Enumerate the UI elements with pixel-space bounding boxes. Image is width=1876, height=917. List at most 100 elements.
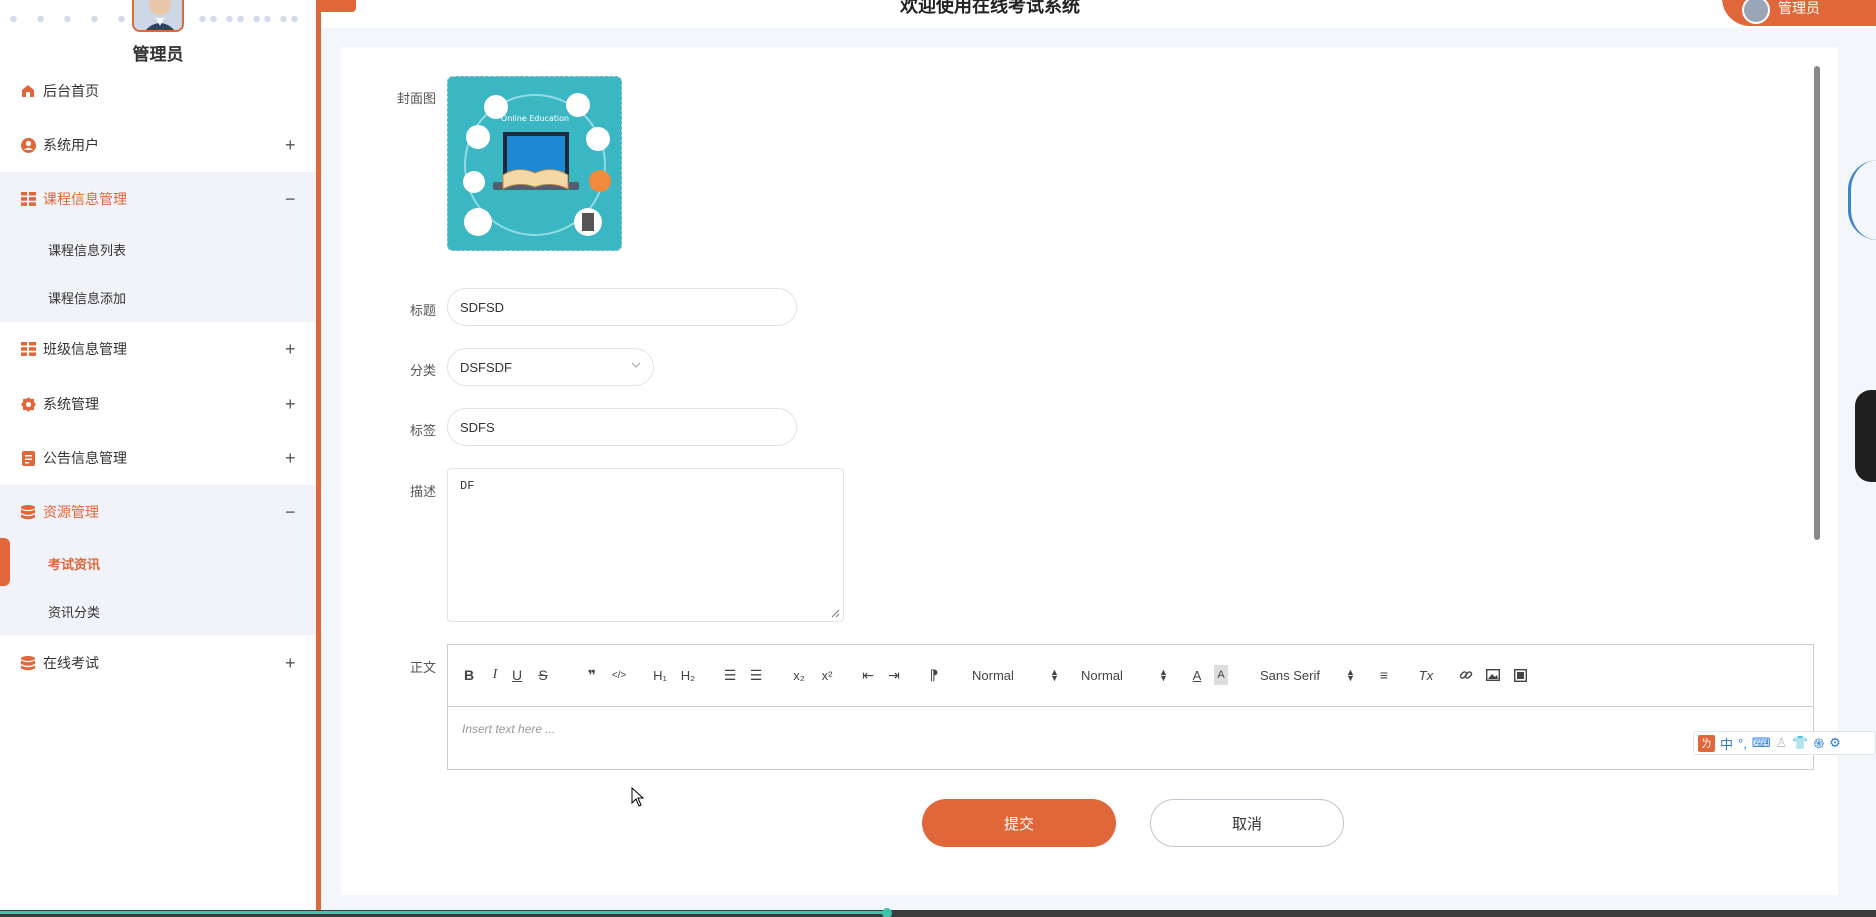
menu-class-info-label: 班级信息管理 xyxy=(43,341,127,357)
grid-icon xyxy=(20,341,36,357)
editor-content-area[interactable]: Insert text here ... xyxy=(448,707,1813,771)
category-select[interactable]: DSFSDF xyxy=(447,348,654,386)
ime-chinese-mode[interactable]: 中 xyxy=(1720,734,1733,753)
background-color-button[interactable]: A xyxy=(1214,665,1228,685)
cover-image-text: Online Education xyxy=(501,114,569,123)
clean-format-button[interactable]: Tx xyxy=(1418,665,1434,685)
editor-toolbar: B I U S ❞ </> H₁ H₂ ☰ ☰ x₂ x² ⇤ ⇥ ⁋ Norm… xyxy=(448,645,1813,707)
h1-button[interactable]: H₁ xyxy=(650,665,670,685)
side-panel-handle[interactable] xyxy=(1855,390,1876,482)
grid-icon xyxy=(20,191,36,207)
link-icon[interactable] xyxy=(1458,665,1474,685)
size-select[interactable]: Normal ▲ ▼ xyxy=(972,665,1062,685)
bottom-progress-handle[interactable] xyxy=(882,908,892,917)
outdent-button[interactable]: ⇤ xyxy=(860,665,876,685)
subscript-button[interactable]: x₂ xyxy=(790,665,808,685)
menu-resource[interactable]: 资源管理 − xyxy=(0,485,316,539)
menu-system-users[interactable]: 系统用户 + xyxy=(0,118,316,172)
underline-button[interactable]: U xyxy=(510,665,524,685)
collapse-icon: − xyxy=(285,188,296,209)
bottom-progress-bar xyxy=(0,911,888,914)
ime-user-icon[interactable]: ♙ xyxy=(1776,735,1788,751)
submit-button[interactable]: 提交 xyxy=(922,799,1116,847)
italic-button[interactable]: I xyxy=(488,665,502,685)
tags-input[interactable] xyxy=(447,408,797,446)
image-icon[interactable] xyxy=(1485,665,1501,685)
cover-label: 封面图 xyxy=(396,91,436,106)
submenu-course-list[interactable]: 课程信息列表 xyxy=(0,226,316,272)
user-label: 管理员 xyxy=(1778,0,1820,16)
superscript-button[interactable]: x² xyxy=(818,665,836,685)
size-select-value: Normal xyxy=(972,667,1014,683)
rich-text-editor: B I U S ❞ </> H₁ H₂ ☰ ☰ x₂ x² ⇤ ⇥ ⁋ Norm… xyxy=(447,644,1814,770)
resize-handle-icon[interactable] xyxy=(830,608,842,620)
bold-button[interactable]: B xyxy=(462,665,476,685)
ime-keyboard-icon[interactable]: ⌨ xyxy=(1752,735,1771,751)
ime-settings-icon[interactable]: ⚙ xyxy=(1829,735,1841,751)
description-textarea[interactable]: DF xyxy=(447,468,844,622)
cancel-button[interactable]: 取消 xyxy=(1150,799,1344,847)
video-icon[interactable] xyxy=(1512,665,1528,685)
strike-button[interactable]: S xyxy=(536,665,550,685)
expand-icon: + xyxy=(285,338,296,359)
menu-notice-info[interactable]: 公告信息管理 + xyxy=(0,431,316,485)
ime-skin-icon[interactable]: 👕 xyxy=(1792,735,1808,751)
content-label: 正文 xyxy=(409,660,436,675)
ime-logo-icon[interactable]: ㄌ xyxy=(1698,734,1715,752)
menu-class-info[interactable]: 班级信息管理 + xyxy=(0,322,316,376)
submenu-course-add[interactable]: 课程信息添加 xyxy=(0,274,316,320)
menu-home[interactable]: 后台首页 xyxy=(0,64,316,118)
font-select-value: Sans Serif xyxy=(1260,667,1320,683)
expand-icon: + xyxy=(285,447,296,468)
quote-button[interactable]: ❞ xyxy=(584,665,600,685)
page-title: 欢迎使用在线考试系统 xyxy=(900,0,1080,16)
collapse-icon: − xyxy=(285,501,296,522)
align-button[interactable]: ≡ xyxy=(1376,665,1392,685)
user-menu[interactable]: 管理员 xyxy=(1722,0,1876,26)
font-select[interactable]: Sans Serif ▲ ▼ xyxy=(1260,665,1360,685)
header-select[interactable]: Normal ▲ ▼ xyxy=(1081,665,1171,685)
menu-notice-info-label: 公告信息管理 xyxy=(43,450,127,466)
font-color-button[interactable]: A xyxy=(1190,665,1204,685)
app-viewport: 管理员 后台首页 系统用户 + 课程信息管理 − 课程信息列表 课程信息添加 班… xyxy=(0,0,1876,917)
updown-arrows-icon: ▲ ▼ xyxy=(1159,667,1168,683)
submenu-exam-news[interactable]: 考试资讯 xyxy=(0,540,316,586)
category-value: DSFSDF xyxy=(460,359,512,375)
tags-label: 标签 xyxy=(409,423,436,438)
menu-online-exam[interactable]: 在线考试 + xyxy=(0,636,316,690)
expand-icon: + xyxy=(285,134,296,155)
menu-home-label: 后台首页 xyxy=(43,83,99,99)
h2-button[interactable]: H₂ xyxy=(678,665,698,685)
title-input[interactable] xyxy=(447,288,797,326)
sidebar: 管理员 后台首页 系统用户 + 课程信息管理 − 课程信息列表 课程信息添加 班… xyxy=(0,0,316,910)
chevron-down-icon xyxy=(631,359,641,373)
document-icon xyxy=(20,450,36,466)
decor-dots-right xyxy=(200,15,310,23)
submenu-exam-news-label: 考试资讯 xyxy=(48,556,101,572)
scrollbar-thumb[interactable] xyxy=(1814,66,1820,540)
submenu-news-category[interactable]: 资讯分类 xyxy=(0,588,316,634)
cover-image-upload[interactable]: Online Education xyxy=(447,76,622,251)
category-label: 分类 xyxy=(409,363,436,378)
text-direction-button[interactable]: ⁋ xyxy=(926,665,942,685)
ime-punctuation-icon[interactable]: °, xyxy=(1738,736,1747,751)
ime-ai-icon[interactable]: ֍ xyxy=(1813,734,1824,752)
submenu-news-category-label: 资讯分类 xyxy=(48,604,101,620)
admin-name: 管理员 xyxy=(132,45,184,64)
ime-toolbar[interactable]: ㄌ 中 °, ⌨ ♙ 👕 ֍ ⚙ xyxy=(1693,731,1876,755)
menu-system-admin[interactable]: 系统管理 + xyxy=(0,377,316,431)
menu-resource-label: 资源管理 xyxy=(43,504,99,520)
user-avatar xyxy=(1742,0,1770,24)
menu-system-users-label: 系统用户 xyxy=(43,137,99,153)
admin-avatar xyxy=(132,0,184,32)
expand-icon: + xyxy=(285,652,296,673)
bullet-list-button[interactable]: ☰ xyxy=(748,665,764,685)
ordered-list-button[interactable]: ☰ xyxy=(722,665,738,685)
menu-course-info[interactable]: 课程信息管理 − xyxy=(0,172,316,226)
indent-button[interactable]: ⇥ xyxy=(886,665,902,685)
gear-icon xyxy=(20,396,36,412)
code-button[interactable]: </> xyxy=(608,665,630,685)
updown-arrows-icon: ▲ ▼ xyxy=(1050,667,1059,683)
database-icon xyxy=(20,504,36,520)
home-icon xyxy=(20,83,36,99)
